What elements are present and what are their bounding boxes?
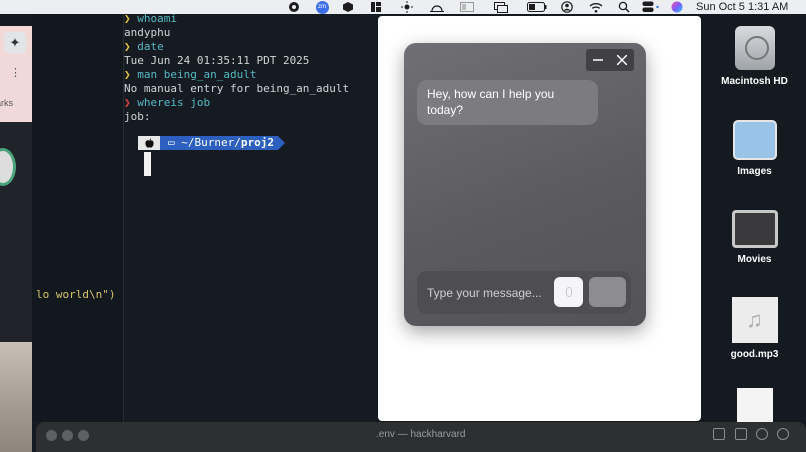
apple-icon (138, 136, 160, 150)
wifi-icon[interactable] (588, 0, 604, 14)
zoom-label: zm (315, 0, 329, 14)
window-zoom-button[interactable] (78, 430, 89, 441)
images-folder-icon (732, 120, 777, 160)
terminal-line: ❯ whoami (124, 12, 177, 26)
terminal-cursor (144, 152, 151, 176)
dots-grid-icon[interactable] (459, 0, 475, 14)
terminal-command: man being_an_adult (137, 68, 257, 81)
editor-panel[interactable] (32, 14, 124, 422)
prompt-symbol-error: ❯ (124, 96, 131, 109)
terminal-line: ❯ date (124, 40, 164, 54)
panel-toggle-icon[interactable] (735, 428, 747, 440)
more-vertical-icon[interactable]: ⋮ (10, 66, 21, 79)
terminal-output: No manual entry for being_an_adult (124, 82, 350, 95)
desktop-area: Macintosh HD Images Movies ♫ good.mp3 (703, 14, 806, 422)
window-close-button[interactable] (46, 430, 57, 441)
chat-message-input[interactable] (427, 283, 553, 303)
desktop-item-document[interactable] (703, 388, 806, 422)
grid-icon[interactable] (369, 0, 383, 14)
desktop-item-macintosh-hd[interactable]: Macintosh HD (703, 26, 806, 87)
terminal-command: whoami (137, 12, 177, 25)
minimize-icon[interactable] (593, 53, 603, 67)
prompt-path-dir: proj2 (240, 136, 274, 149)
document-icon (736, 388, 773, 422)
search-icon[interactable] (617, 0, 631, 14)
chat-widget: Hey, how can I help you today? (404, 43, 646, 326)
prompt-symbol: ❯ (124, 40, 131, 53)
movies-folder-icon (731, 210, 778, 248)
terminal-line: ❯ man being_an_adult (124, 68, 256, 82)
desktop-item-images[interactable]: Images (703, 120, 806, 177)
terminal-output: Tue Jun 24 01:35:11 PDT 2025 (124, 54, 310, 67)
prompt-symbol: ❯ (124, 68, 131, 81)
window-minimize-button[interactable] (62, 430, 73, 441)
menu-bar: zm Sun Oct 5 1:31 AM (0, 0, 806, 14)
assistant-message-bubble: Hey, how can I help you today? (417, 80, 598, 125)
folder-icon: ▭ (168, 136, 182, 149)
close-icon[interactable] (616, 53, 628, 67)
siri-icon[interactable] (670, 0, 684, 14)
prompt-path-segment: ▭ ~/Burner/proj2 (138, 136, 285, 150)
record-icon[interactable] (287, 0, 301, 14)
desktop-item-label: Images (737, 166, 772, 177)
brightness-icon[interactable] (400, 0, 414, 14)
terminal-line: ❯ whereis job (124, 96, 210, 110)
battery-icon[interactable] (526, 0, 548, 14)
sidebar-toggle-icon[interactable] (713, 428, 725, 440)
terminal-window[interactable]: ❯ whoami andyphu ❯ date Tue Jun 24 01:35… (124, 12, 378, 422)
chat-window-controls (586, 49, 634, 71)
window-icon[interactable] (493, 0, 509, 14)
box-icon[interactable] (341, 0, 355, 14)
microphone-icon (565, 287, 572, 297)
zoom-icon[interactable]: zm (314, 0, 330, 14)
hard-drive-icon (734, 26, 775, 70)
desktop-item-good-mp3[interactable]: ♫ good.mp3 (703, 297, 806, 360)
browser-window-edge[interactable]: ✦ ⋮ arks (0, 26, 32, 452)
terminal-output: andyphu (124, 26, 171, 39)
sparkle-icon[interactable]: ✦ (4, 32, 26, 54)
terminal-command: whereis job (137, 96, 211, 109)
desktop-item-label: Movies (737, 254, 772, 265)
music-note-icon: ♫ (731, 297, 778, 343)
menu-bar-clock[interactable]: Sun Oct 5 1:31 AM (696, 0, 788, 14)
editor-window-title: .env — hackharvard (376, 429, 466, 440)
photo-thumbnail (0, 342, 32, 452)
prompt-symbol: ❯ (124, 12, 131, 25)
terminal-output: job: (124, 110, 151, 123)
desktop-item-movies[interactable]: Movies (703, 210, 806, 265)
prompt-path-arrow (277, 136, 285, 150)
prompt-path: ▭ ~/Burner/proj2 (160, 136, 278, 150)
chat-input-bar (417, 271, 631, 314)
editor-title-bar[interactable]: .env — hackharvard (36, 422, 806, 452)
user-circle-icon[interactable] (560, 0, 574, 14)
microphone-button[interactable] (554, 277, 583, 307)
desktop-item-label: Macintosh HD (721, 76, 788, 87)
desktop-item-label: good.mp3 (730, 349, 779, 360)
code-fragment: lo world\n") (36, 288, 116, 301)
bookmarks-label-partial[interactable]: arks (0, 98, 13, 108)
terminal-command: date (137, 40, 164, 53)
sunrise-icon[interactable] (428, 0, 446, 14)
send-button[interactable] (589, 277, 626, 307)
extension-icon[interactable] (756, 428, 768, 440)
prompt-path-prefix: ~/Burner/ (181, 136, 241, 149)
settings-gear-icon[interactable] (777, 428, 789, 440)
control-center-icon[interactable] (641, 0, 661, 14)
